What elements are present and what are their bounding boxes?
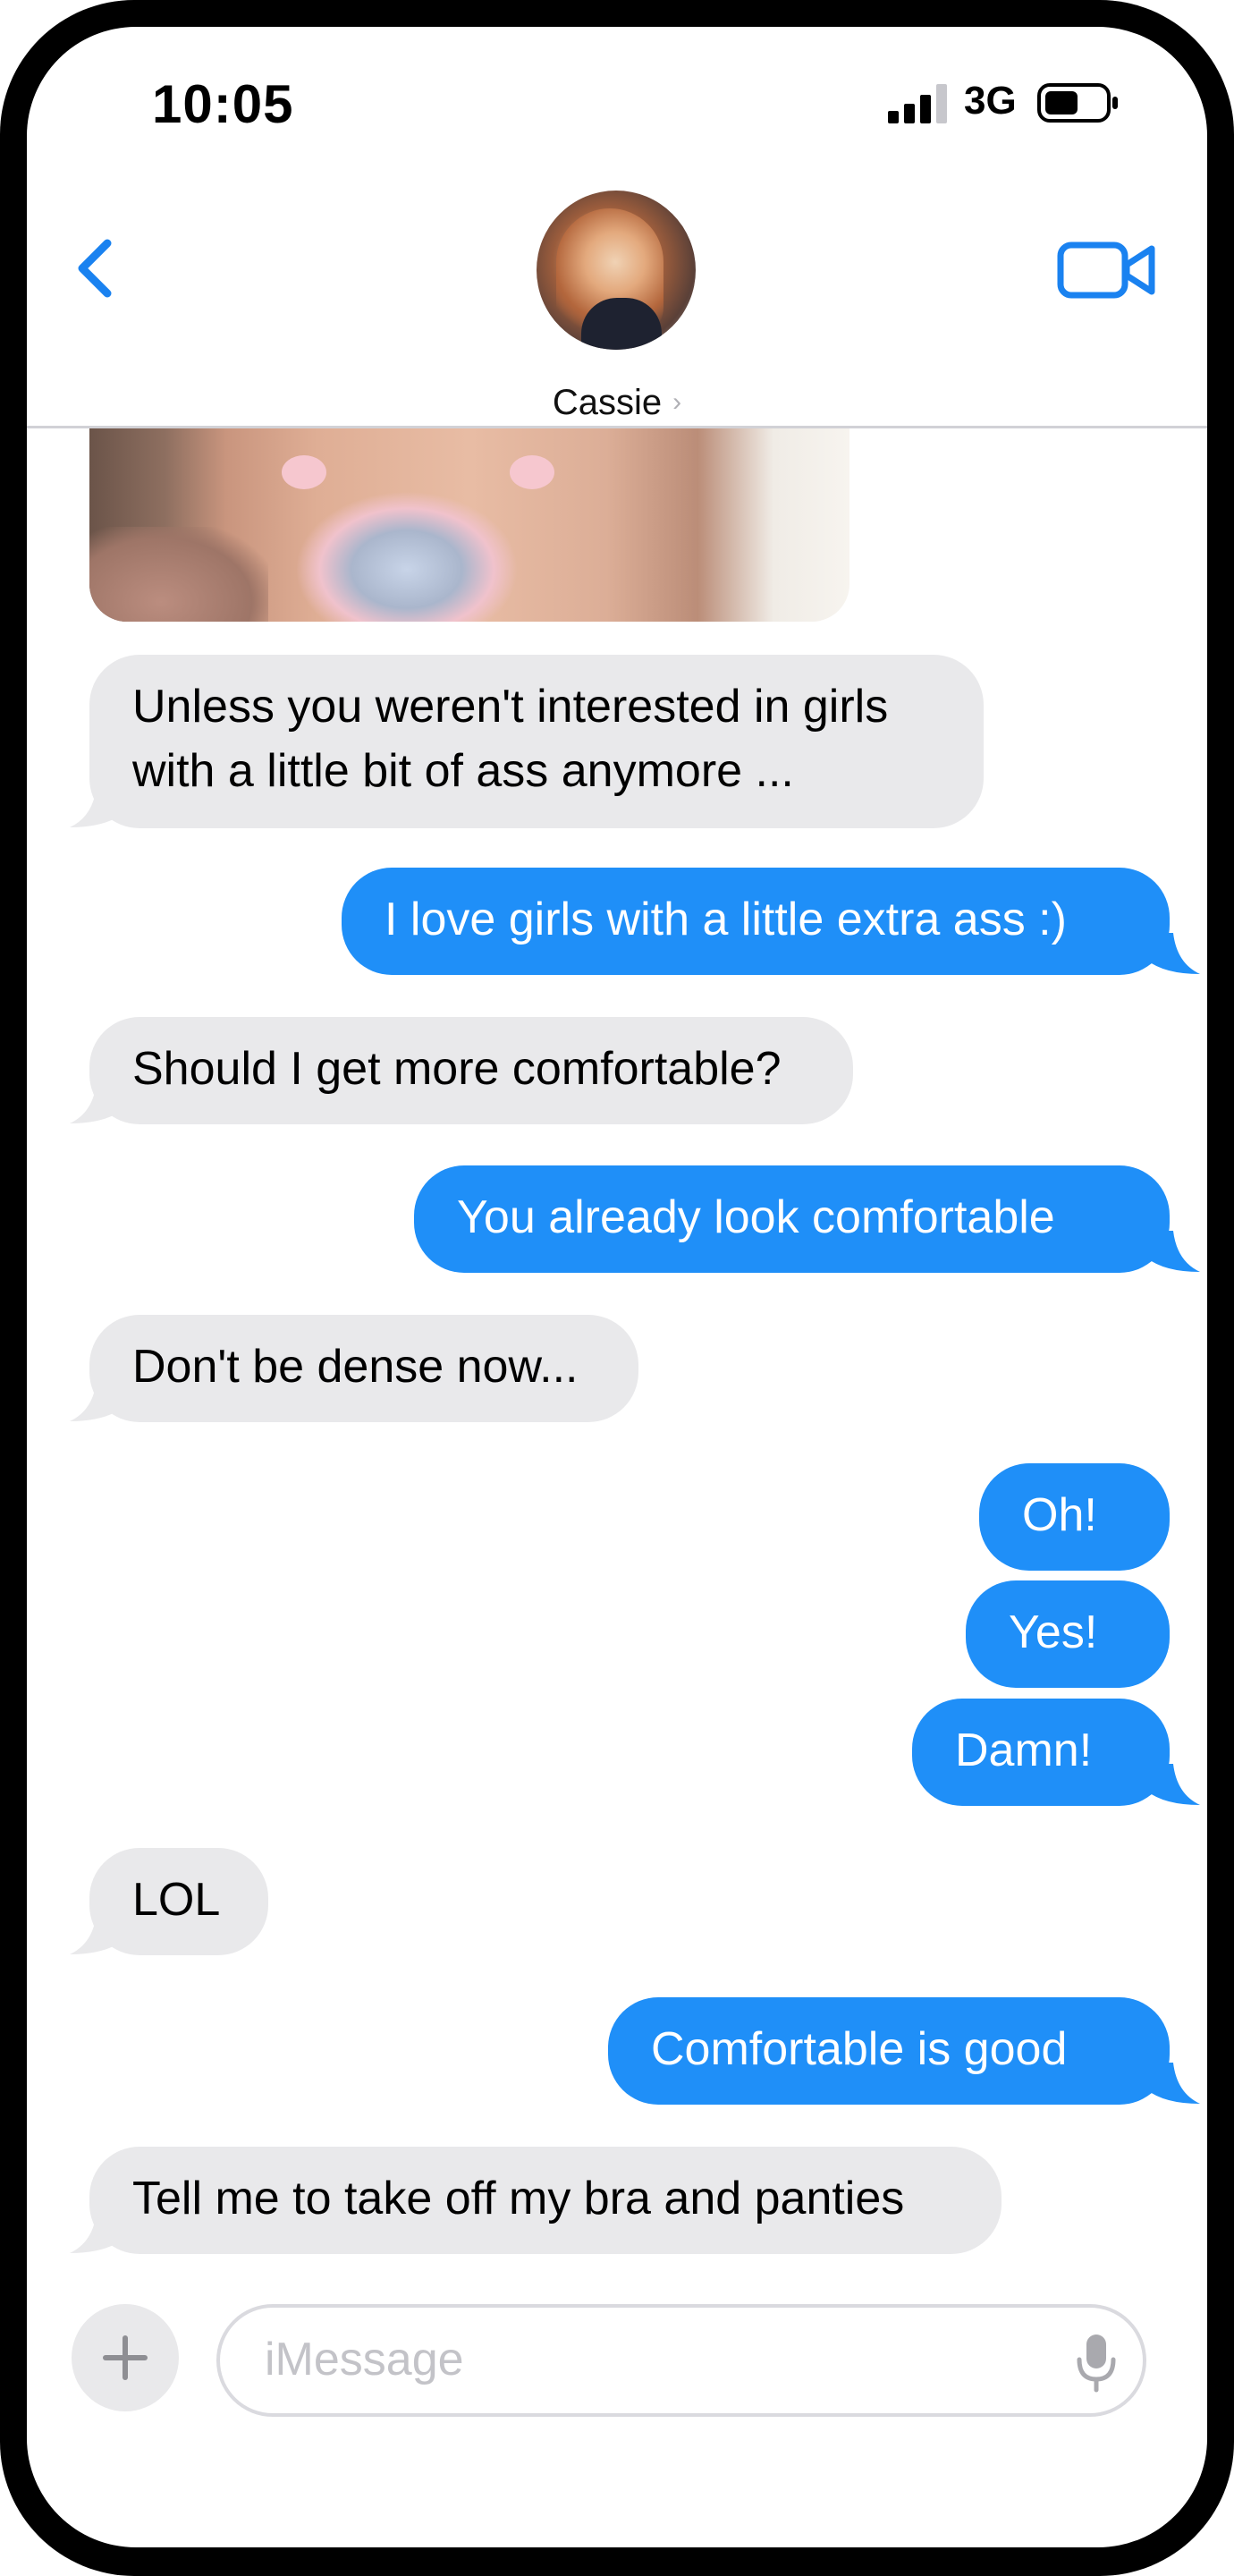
bubble-tail [1146,2063,1200,2104]
contact-name-row[interactable]: Cassie › [27,383,1207,423]
image-detail [282,455,326,489]
message-bubble-outgoing[interactable]: Oh! [979,1463,1170,1571]
add-attachment-button[interactable] [72,2304,179,2411]
video-camera-icon[interactable] [1055,225,1162,315]
network-type: 3G [964,79,1017,123]
image-detail [510,455,554,489]
phone-frame: 10:05 3G Cassie › Unless you weren't int… [0,0,1234,2576]
microphone-icon[interactable] [1074,2331,1119,2394]
message-text: Don't be dense now... [132,1341,579,1393]
back-chevron-icon[interactable] [63,215,143,322]
plus-icon [103,2335,148,2380]
message-bubble-incoming[interactable]: Tell me to take off my bra and panties [89,2147,1002,2254]
chevron-right-icon: › [672,387,682,417]
message-bubble-outgoing[interactable]: I love girls with a little extra ass :) [342,868,1170,975]
bubble-tail [1146,1231,1200,1272]
bubble-tail [70,1380,123,1421]
message-text: Yes! [1009,1606,1098,1658]
input-placeholder: iMessage [265,2334,464,2385]
status-time: 10:05 [152,74,294,134]
message-bubble-outgoing[interactable]: Comfortable is good [608,1997,1170,2105]
battery-icon [1037,83,1118,123]
message-bubble-outgoing[interactable]: You already look comfortable [414,1165,1170,1273]
message-text: Unless you weren't interested in girls [132,681,889,733]
bubble-tail [70,2212,123,2253]
message-text: Oh! [1022,1489,1097,1541]
contact-name: Cassie [552,383,663,422]
signal-bars-icon [888,84,947,123]
message-text: LOL [132,1874,221,1926]
screen: 10:05 3G Cassie › Unless you weren't int… [27,27,1207,2547]
message-text: Should I get more comfortable? [132,1043,782,1095]
bubble-tail [1146,1764,1200,1805]
message-bubble-incoming[interactable]: Don't be dense now... [89,1315,638,1422]
message-bubble-outgoing[interactable]: Damn! [912,1699,1170,1806]
image-shade [89,527,268,622]
message-bubble-outgoing[interactable]: Yes! [966,1580,1170,1688]
message-thread[interactable]: Unless you weren't interested in girls w… [27,428,1207,2271]
image-detail [295,491,519,622]
contact-avatar[interactable] [537,191,696,350]
bubble-tail [70,1082,123,1123]
bubble-tail [70,786,123,827]
image-message[interactable] [89,428,849,622]
message-text: You already look comfortable [457,1191,1055,1243]
message-text: Damn! [955,1724,1093,1776]
message-bubble-incoming[interactable]: Should I get more comfortable? [89,1017,853,1124]
message-text: Tell me to take off my bra and panties [132,2173,905,2224]
imessage-input[interactable]: iMessage [216,2304,1146,2417]
bubble-tail [1146,933,1200,974]
message-text: I love girls with a little extra ass :) [385,894,1067,945]
bubble-tail [70,1913,123,1954]
message-text: Comfortable is good [651,2023,1068,2075]
message-text: with a little bit of ass anymore ... [132,745,794,797]
message-bubble-incoming[interactable]: Unless you weren't interested in girls w… [89,655,984,828]
